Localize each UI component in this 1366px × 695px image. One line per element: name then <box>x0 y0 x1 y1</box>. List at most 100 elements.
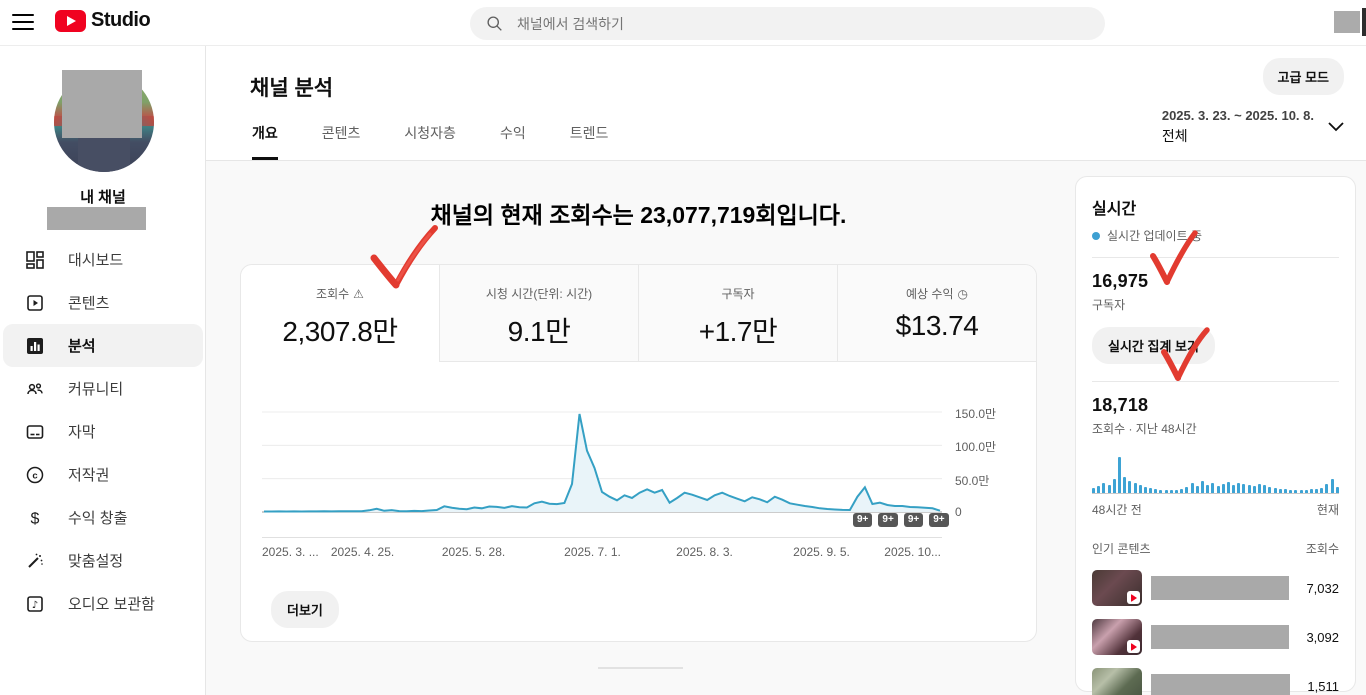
overflow-badge[interactable]: 9+ <box>853 513 872 527</box>
sidebar-nav: 대시보드 콘텐츠 분석 커뮤니티 <box>0 238 206 625</box>
overflow-badge[interactable]: 9+ <box>878 513 897 527</box>
metric-label: 시청 시간(단위: 시간) <box>486 287 592 301</box>
search-input[interactable]: 채널에서 검색하기 <box>470 7 1105 40</box>
brand-text: Studio <box>91 9 150 32</box>
tab-audience[interactable]: 시청자층 <box>404 123 456 160</box>
menu-icon[interactable] <box>12 13 34 31</box>
overflow-badges: 9+ 9+ 9+ 9+ <box>853 513 949 527</box>
overflow-badge[interactable]: 9+ <box>904 513 923 527</box>
popular-content-header: 인기 콘텐츠 조회수 <box>1092 540 1339 557</box>
sidebar-item-label: 저작권 <box>68 464 109 485</box>
metric-value: +1.7만 <box>639 310 837 350</box>
page-header: 채널 분석 개요 콘텐츠 시청자층 수익 트렌드 고급 모드 2025. 3. … <box>206 46 1366 161</box>
metric-views[interactable]: 조회수⚠ 2,307.8만 <box>241 265 439 362</box>
sidebar-item-audio-library[interactable]: ♪ 오디오 보관함 <box>0 582 206 625</box>
search-placeholder: 채널에서 검색하기 <box>517 14 624 34</box>
shorts-icon <box>1127 640 1140 653</box>
video-title-redaction-box <box>1151 625 1289 649</box>
realtime-status-text: 실시간 업데이트 중 <box>1107 227 1202 244</box>
sidebar: 내 채널 대시보드 콘텐츠 분석 <box>0 46 206 695</box>
metric-tabs-row: 조회수⚠ 2,307.8만 시청 시간(단위: 시간) 9.1만 구독자 +1.… <box>241 265 1036 362</box>
chevron-down-icon[interactable] <box>1328 122 1344 132</box>
sidebar-item-label: 맞춤설정 <box>68 550 123 571</box>
y-axis-tick: 50.0만 <box>955 472 989 489</box>
y-axis-tick: 0 <box>955 505 962 519</box>
overflow-badge[interactable]: 9+ <box>929 513 948 527</box>
axis-left-label: 48시간 전 <box>1092 501 1142 518</box>
video-views: 1,511 <box>1307 679 1339 694</box>
content-divider <box>598 667 683 669</box>
sidebar-item-subtitles[interactable]: 자막 <box>0 410 206 453</box>
x-axis-tick: 2025. 8. 3. <box>676 545 733 559</box>
sidebar-item-monetization[interactable]: $ 수익 창출 <box>0 496 206 539</box>
svg-text:c: c <box>32 470 37 481</box>
sidebar-item-label: 대시보드 <box>68 249 123 270</box>
customization-icon <box>24 550 46 572</box>
sidebar-item-label: 분석 <box>68 335 96 356</box>
metric-estimated-revenue[interactable]: 예상 수익◷ $13.74 <box>837 265 1036 362</box>
x-axis-tick: 2025. 9. 5. <box>793 545 850 559</box>
x-axis-tick: 2025. 3. ... <box>262 545 319 559</box>
popular-video-row[interactable]: 7,032 <box>1092 570 1339 606</box>
axis-right-label: 현재 <box>1317 501 1339 518</box>
sidebar-item-analytics[interactable]: 분석 <box>3 324 203 367</box>
audio-library-icon: ♪ <box>24 593 46 615</box>
my-channel-label: 내 채널 <box>0 186 206 207</box>
realtime-bar-chart[interactable] <box>1092 453 1339 493</box>
realtime-chart-axis: 48시간 전 현재 <box>1092 501 1339 518</box>
analytics-overview-card: 조회수⚠ 2,307.8만 시청 시간(단위: 시간) 9.1만 구독자 +1.… <box>240 264 1037 642</box>
see-more-button[interactable]: 더보기 <box>271 591 339 628</box>
avatar-redaction-box <box>62 70 142 138</box>
date-range-text: 2025. 3. 23. ~ 2025. 10. 8. <box>1162 108 1314 123</box>
realtime-views-value: 18,718 <box>1092 395 1339 416</box>
content-icon <box>24 292 46 314</box>
sidebar-item-label: 수익 창출 <box>68 507 127 528</box>
realtime-title: 실시간 <box>1092 195 1339 219</box>
metric-subscribers[interactable]: 구독자 +1.7만 <box>638 265 837 362</box>
subtitles-icon <box>24 421 46 443</box>
realtime-subscribers-value: 16,975 <box>1092 271 1339 292</box>
x-axis-tick: 2025. 10... <box>884 545 941 559</box>
metric-watch-time[interactable]: 시청 시간(단위: 시간) 9.1만 <box>439 265 638 362</box>
see-live-count-button[interactable]: 실시간 집계 보기 <box>1092 327 1215 364</box>
popular-views-label: 조회수 <box>1306 540 1339 557</box>
realtime-chart-baseline <box>1092 493 1339 494</box>
popular-video-row[interactable]: 1,511 <box>1092 668 1339 695</box>
tab-content[interactable]: 콘텐츠 <box>322 123 361 160</box>
sidebar-item-content[interactable]: 콘텐츠 <box>0 281 206 324</box>
channel-name-redaction-box <box>47 207 146 230</box>
video-thumbnail <box>1092 668 1142 695</box>
advanced-mode-button[interactable]: 고급 모드 <box>1263 58 1344 95</box>
metric-value: 2,307.8만 <box>241 310 439 350</box>
video-title-redaction-box <box>1151 674 1290 695</box>
svg-text:♪: ♪ <box>32 600 38 611</box>
edge-cutoff-element <box>1362 8 1366 36</box>
sidebar-item-copyright[interactable]: c 저작권 <box>0 453 206 496</box>
search-icon <box>486 15 503 32</box>
date-range-selector[interactable]: 2025. 3. 23. ~ 2025. 10. 8. 전체 <box>1162 108 1314 146</box>
tab-overview[interactable]: 개요 <box>252 123 278 160</box>
youtube-studio-analytics-page: Studio 채널에서 검색하기 내 채널 대시보드 <box>0 0 1366 695</box>
sidebar-item-dashboard[interactable]: 대시보드 <box>0 238 206 281</box>
video-thumbnail <box>1092 619 1142 655</box>
views-line-chart[interactable] <box>262 385 942 515</box>
warning-icon: ⚠ <box>353 287 364 301</box>
page-title: 채널 분석 <box>250 72 333 102</box>
analytics-tabs: 개요 콘텐츠 시청자층 수익 트렌드 <box>252 123 608 160</box>
clock-icon: ◷ <box>958 287 968 301</box>
metric-label: 구독자 <box>721 287 754 301</box>
youtube-studio-logo[interactable]: Studio <box>55 9 150 32</box>
date-scope-text: 전체 <box>1162 126 1314 146</box>
monetization-icon: $ <box>24 507 46 529</box>
sidebar-item-label: 커뮤니티 <box>68 378 123 399</box>
popular-video-row[interactable]: 3,092 <box>1092 619 1339 655</box>
tab-revenue[interactable]: 수익 <box>500 123 526 160</box>
tab-trends[interactable]: 트렌드 <box>570 123 609 160</box>
sidebar-item-customization[interactable]: 맞춤설정 <box>0 539 206 582</box>
account-avatar[interactable] <box>1334 11 1360 33</box>
x-axis-tick: 2025. 7. 1. <box>564 545 621 559</box>
analytics-icon <box>24 335 46 357</box>
sidebar-item-community[interactable]: 커뮤니티 <box>0 367 206 410</box>
current-views-headline: 채널의 현재 조회수는 23,077,719회입니다. <box>240 196 1037 230</box>
shorts-icon <box>1127 591 1140 604</box>
